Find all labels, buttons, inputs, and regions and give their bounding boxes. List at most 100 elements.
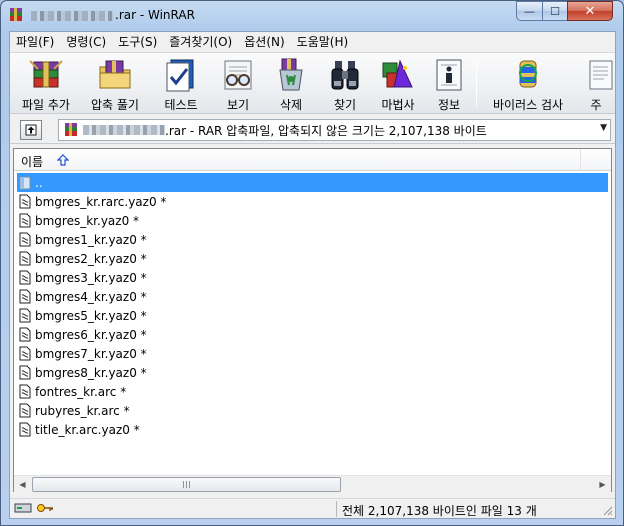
comment-icon: [589, 60, 613, 90]
scroll-thumb[interactable]: [32, 477, 341, 492]
add-archive-icon: [29, 60, 63, 88]
menu-favorites[interactable]: 즐겨찾기(O): [163, 32, 238, 52]
file-name: bmgres4_kr.yaz0 *: [35, 289, 147, 304]
file-row[interactable]: bmgres7_kr.yaz0 *: [14, 344, 611, 363]
file-name: bmgres6_kr.yaz0 *: [35, 327, 147, 342]
add-label: 파일 추가: [22, 98, 70, 112]
maximize-button[interactable]: ☐: [542, 1, 568, 21]
wizard-label: 마법사: [381, 98, 415, 112]
status-icons: [14, 502, 58, 516]
blurred-archive-name: [83, 125, 165, 135]
horizontal-scrollbar[interactable]: ◀ ▶: [14, 475, 611, 492]
scroll-right-icon[interactable]: ▶: [594, 476, 611, 493]
list-header: 이름: [14, 149, 611, 171]
comment-button[interactable]: 주: [578, 55, 614, 113]
parent-folder-row[interactable]: ..: [17, 173, 608, 192]
delete-label: 삭제: [279, 98, 303, 112]
file-name: bmgres7_kr.yaz0 *: [35, 346, 147, 361]
virus-scan-label: 바이러스 검사: [492, 98, 564, 112]
file-name: rubyres_kr.arc *: [35, 403, 130, 418]
key-icon[interactable]: [36, 502, 54, 514]
resize-grip-icon[interactable]: [601, 504, 613, 516]
address-dropdown-arrow-icon[interactable]: ▼: [600, 123, 607, 133]
test-checklist-icon: [166, 59, 194, 92]
address-field[interactable]: .rar - RAR 압축파일, 압축되지 않은 크기는 2,107,138 바…: [58, 119, 611, 141]
archive-path-text: .rar - RAR 압축파일, 압축되지 않은 크기는 2,107,138 바…: [165, 123, 487, 138]
menu-tools[interactable]: 도구(S): [112, 32, 163, 52]
file-name: bmgres2_kr.yaz0 *: [35, 251, 147, 266]
file-icon: [19, 365, 31, 380]
minimize-button[interactable]: —: [516, 1, 543, 21]
column-name-header[interactable]: 이름: [21, 153, 43, 170]
file-list: 이름 .. bmgres_kr.rarc.yaz0 * bmgres_kr.yaz…: [13, 148, 612, 492]
find-label: 찾기: [333, 98, 357, 112]
winrar-app-icon: [10, 8, 22, 21]
file-row[interactable]: bmgres1_kr.yaz0 *: [14, 230, 611, 249]
sort-ascending-icon[interactable]: [57, 154, 69, 166]
file-row[interactable]: bmgres_kr.yaz0 *: [14, 211, 611, 230]
find-button[interactable]: 찾기: [320, 55, 370, 113]
file-row[interactable]: bmgres3_kr.yaz0 *: [14, 268, 611, 287]
status-bar: 전체 2,107,138 바이트인 파일 13 개: [10, 498, 615, 518]
menu-help[interactable]: 도움말(H): [291, 32, 355, 52]
comment-label: 주: [590, 98, 602, 112]
file-icon: [19, 327, 31, 342]
file-row[interactable]: bmgres4_kr.yaz0 *: [14, 287, 611, 306]
file-name: fontres_kr.arc *: [35, 384, 127, 399]
file-row[interactable]: bmgres_kr.rarc.yaz0 *: [14, 192, 611, 211]
view-label: 보기: [226, 98, 250, 112]
grip-icon: [183, 481, 190, 488]
status-summary: 전체 2,107,138 바이트인 파일 13 개: [342, 504, 537, 518]
blurred-filename: [31, 10, 113, 21]
virus-scan-icon: [519, 60, 537, 88]
file-icon: [19, 384, 31, 399]
wizard-icon: [382, 59, 413, 88]
up-arrow-icon: [25, 124, 37, 136]
parent-folder-icon: [19, 176, 31, 190]
toolbar: 파일 추가 압축 풀기 테스트 보기 삭제 찾기 마법사 정보 바이러스 검사 …: [10, 52, 615, 114]
menu-options[interactable]: 옵션(N): [238, 32, 290, 52]
winrar-window: .rar - WinRAR — ☐ ✕ 파일(F) 명령(C) 도구(S) 즐겨…: [0, 0, 624, 526]
file-icon: [19, 213, 31, 228]
file-name: bmgres8_kr.yaz0 *: [35, 365, 147, 380]
file-row[interactable]: bmgres6_kr.yaz0 *: [14, 325, 611, 344]
file-row[interactable]: bmgres8_kr.yaz0 *: [14, 363, 611, 382]
column-divider[interactable]: [580, 149, 581, 171]
info-icon: [436, 59, 462, 91]
menu-file[interactable]: 파일(F): [10, 32, 60, 52]
file-icon: [19, 232, 31, 247]
file-icon: [19, 251, 31, 266]
file-name: bmgres_kr.rarc.yaz0 *: [35, 194, 167, 209]
file-row[interactable]: fontres_kr.arc *: [14, 382, 611, 401]
parent-folder-label: ..: [35, 175, 43, 190]
title-bar[interactable]: .rar - WinRAR — ☐ ✕: [1, 1, 623, 31]
toolbar-separator: [476, 61, 477, 107]
file-icon: [19, 346, 31, 361]
file-name: bmgres5_kr.yaz0 *: [35, 308, 147, 323]
file-row[interactable]: bmgres2_kr.yaz0 *: [14, 249, 611, 268]
scroll-left-icon[interactable]: ◀: [14, 476, 31, 493]
drive-icon[interactable]: [14, 502, 32, 514]
file-row[interactable]: bmgres5_kr.yaz0 *: [14, 306, 611, 325]
delete-button[interactable]: 삭제: [265, 55, 317, 113]
menu-commands[interactable]: 명령(C): [60, 32, 112, 52]
close-button[interactable]: ✕: [567, 1, 613, 21]
view-glasses-icon: [224, 60, 252, 90]
up-folder-button[interactable]: [20, 120, 42, 140]
add-button[interactable]: 파일 추가: [18, 55, 74, 113]
file-name: bmgres3_kr.yaz0 *: [35, 270, 147, 285]
extract-label: 압축 풀기: [91, 98, 139, 112]
file-row[interactable]: title_kr.arc.yaz0 *: [14, 420, 611, 439]
client-area: 파일(F) 명령(C) 도구(S) 즐겨찾기(O) 옵션(N) 도움말(H) 파…: [9, 31, 616, 519]
info-button[interactable]: 정보: [428, 55, 470, 113]
file-icon: [19, 422, 31, 437]
extract-folder-icon: [99, 60, 131, 89]
address-bar: .rar - RAR 압축파일, 압축되지 않은 크기는 2,107,138 바…: [10, 116, 615, 144]
file-name: bmgres1_kr.yaz0 *: [35, 232, 147, 247]
test-button[interactable]: 테스트: [153, 55, 209, 113]
file-row[interactable]: rubyres_kr.arc *: [14, 401, 611, 420]
wizard-button[interactable]: 마법사: [372, 55, 424, 113]
virus-scan-button[interactable]: 바이러스 검사: [484, 55, 572, 113]
extract-button[interactable]: 압축 풀기: [85, 55, 145, 113]
view-button[interactable]: 보기: [213, 55, 263, 113]
